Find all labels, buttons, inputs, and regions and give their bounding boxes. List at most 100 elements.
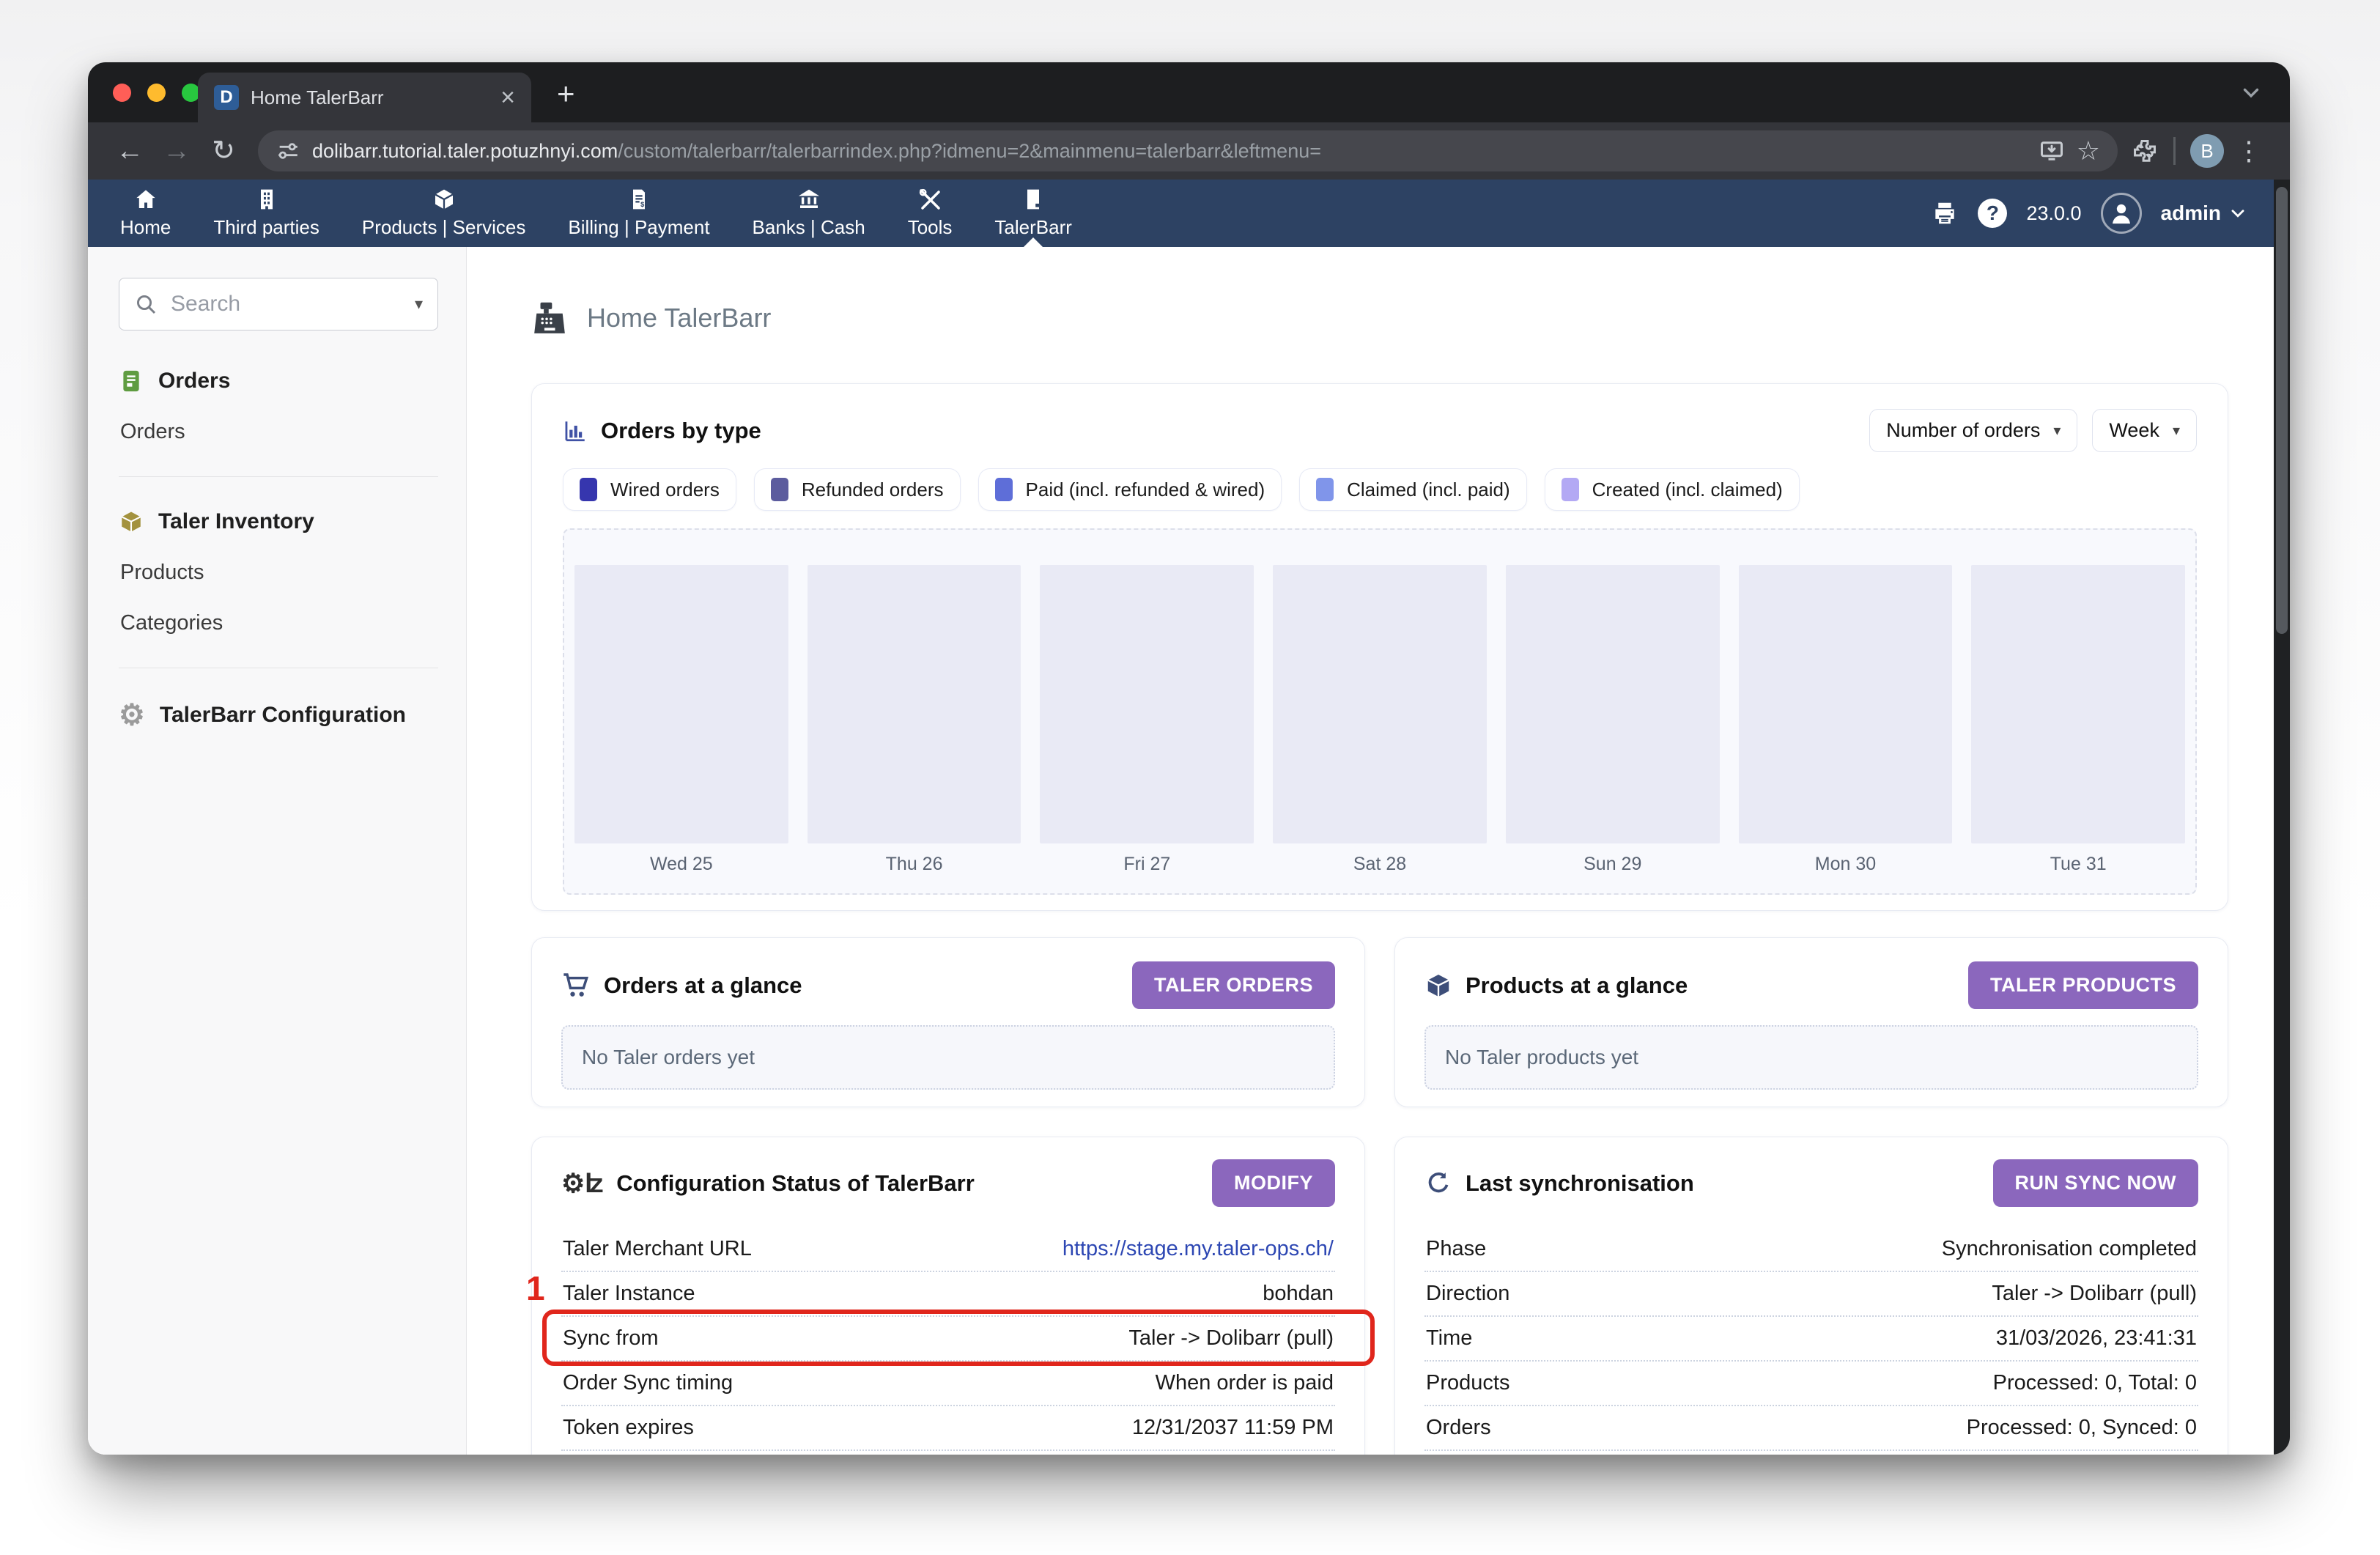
annotation-number: 1 [526,1268,545,1308]
nav-item-products-services[interactable]: Products | Services [362,180,526,247]
window-controls [113,84,200,102]
row-value: When order is paid [1156,1371,1334,1395]
url-text[interactable]: dolibarr.tutorial.taler.potuzhnyi.com/cu… [312,140,2027,163]
sidebar: ▾ Orders Orders Taler Inventory Products [88,247,467,1455]
reload-icon[interactable]: ↻ [202,137,245,165]
row-label: Orders [1426,1416,1491,1440]
sidebar-section-header[interactable]: ⚙ TalerBarr Configuration [119,701,438,730]
nav-item-banks-cash[interactable]: Banks | Cash [753,180,865,247]
back-icon[interactable]: ← [108,137,151,165]
nav-item-talerbarr[interactable]: TalerBarr [994,180,1071,247]
taler-products-button[interactable]: TALER PRODUCTS [1968,961,2198,1009]
nav-label: TalerBarr [994,216,1071,239]
main-content: Home TalerBarr Orders by type Number of … [467,247,2274,1455]
address-bar[interactable]: dolibarr.tutorial.taler.potuzhnyi.com/cu… [258,130,2118,171]
config-title-group: ⚙ʫ Configuration Status of TalerBarr [561,1170,975,1197]
gear-icon: ⚙ [119,701,145,730]
banks-cash-icon [797,188,821,211]
legend-item-created[interactable]: Created (incl. claimed) [1545,468,1800,511]
product-box-icon [1424,972,1452,1000]
metric-select[interactable]: Number of orders ▾ [1869,409,2077,452]
x-tick-label: Sat 28 [1273,854,1487,875]
nav-item-billing-payment[interactable]: $ Billing | Payment [568,180,709,247]
sidebar-section-header[interactable]: Orders [119,369,438,394]
sidebar-link-orders[interactable]: Orders [119,420,438,444]
profile-avatar[interactable]: B [2190,134,2224,168]
bookmark-star-icon[interactable]: ☆ [2077,138,2100,164]
taler-orders-button[interactable]: TALER ORDERS [1132,961,1335,1009]
forward-icon[interactable]: → [155,137,198,165]
products-glance-panel: Products at a glance TALER PRODUCTS No T… [1394,937,2228,1107]
legend-item-claimed[interactable]: Claimed (incl. paid) [1299,468,1527,511]
config-row-instance: Taler Instance bohdan [561,1272,1335,1317]
row-label: Time [1426,1326,1472,1351]
config-row-token-expires: Token expires 12/31/2037 11:59 PM [561,1406,1335,1451]
scrollbar-thumb[interactable] [2276,187,2288,634]
extensions-puzzle-icon[interactable] [2131,137,2159,165]
inventory-box-icon [119,509,144,534]
minimize-window-button[interactable] [147,84,166,102]
url-path: /custom/talerbarr/talerbarrindex.php?idm… [618,140,1321,162]
products-services-icon [432,188,456,211]
sync-panel-title: Last synchronisation [1466,1170,1694,1197]
user-menu[interactable]: admin [2161,202,2247,225]
print-icon[interactable] [1931,199,1959,227]
config-row-order-sync-timing: Order Sync timing When order is paid [561,1362,1335,1406]
legend-item-refunded[interactable]: Refunded orders [754,468,961,511]
row-value: 12/31/2037 11:59 PM [1132,1416,1334,1440]
user-avatar-icon[interactable] [2101,193,2142,234]
legend-label: Refunded orders [802,479,944,501]
cash-register-icon [531,300,568,336]
modify-button[interactable]: MODIFY [1212,1159,1335,1207]
chart-columns [574,565,2185,843]
row-label: Token expires [563,1416,694,1440]
legend-swatch [1316,478,1334,501]
nav-label: Tools [908,216,953,239]
site-settings-icon[interactable] [276,138,300,163]
sync-title-group: Last synchronisation [1424,1170,1694,1197]
search-dropdown-caret-icon[interactable]: ▾ [415,295,423,314]
nav-label: Third parties [213,216,319,239]
sidebar-search[interactable]: ▾ [119,278,438,330]
row-label: Direction [1426,1282,1509,1306]
chart-column [574,565,788,843]
search-icon [134,292,158,316]
browser-tab[interactable]: D Home TalerBarr × [198,73,531,122]
close-window-button[interactable] [113,84,131,102]
orders-glance-title-group: Orders at a glance [561,971,802,1000]
help-icon[interactable]: ? [1978,199,2007,228]
sidebar-section-header[interactable]: Taler Inventory [119,509,438,534]
bar-chart-icon [563,418,588,443]
legend-item-wired[interactable]: Wired orders [563,468,736,511]
tools-icon [918,188,942,211]
nav-label: Products | Services [362,216,526,239]
nav-item-third-parties[interactable]: Third parties [213,180,319,247]
install-app-icon[interactable] [2039,138,2065,164]
tab-strip: D Home TalerBarr × + [88,62,2290,122]
nav-item-home[interactable]: Home [120,180,171,247]
sidebar-link-products[interactable]: Products [119,561,438,585]
legend-swatch [771,478,788,501]
menu-kebab-icon[interactable]: ⋮ [2236,138,2262,164]
sidebar-link-categories[interactable]: Categories [119,611,438,635]
svg-text:$: $ [640,201,645,208]
nav-item-tools[interactable]: Tools [908,180,953,247]
page-scrollbar[interactable] [2274,180,2290,1455]
run-sync-now-button[interactable]: RUN SYNC NOW [1993,1159,2199,1207]
period-select[interactable]: Week ▾ [2092,409,2197,452]
tab-search-chevron-icon[interactable] [2239,80,2263,108]
url-domain: dolibarr.tutorial.taler.potuzhnyi.com [312,140,618,162]
tab-close-icon[interactable]: × [500,85,515,110]
legend-item-paid[interactable]: Paid (incl. refunded & wired) [978,468,1282,511]
legend-label: Paid (incl. refunded & wired) [1026,479,1265,501]
row-value: Processed: 0, Synced: 0 [1967,1416,2197,1440]
active-menu-caret [1024,237,1043,247]
x-tick-label: Fri 27 [1040,854,1254,875]
search-input[interactable] [169,291,403,317]
app-navbar: Home Third parties Products | Services $… [88,180,2274,247]
new-tab-button[interactable]: + [557,78,575,109]
merchant-url-link[interactable]: https://stage.my.taler-ops.ch/ [1062,1237,1334,1261]
talerbarr-icon [1021,188,1045,211]
row-value: Synchronisation completed [1942,1237,2197,1261]
x-tick-label: Wed 25 [574,854,788,875]
